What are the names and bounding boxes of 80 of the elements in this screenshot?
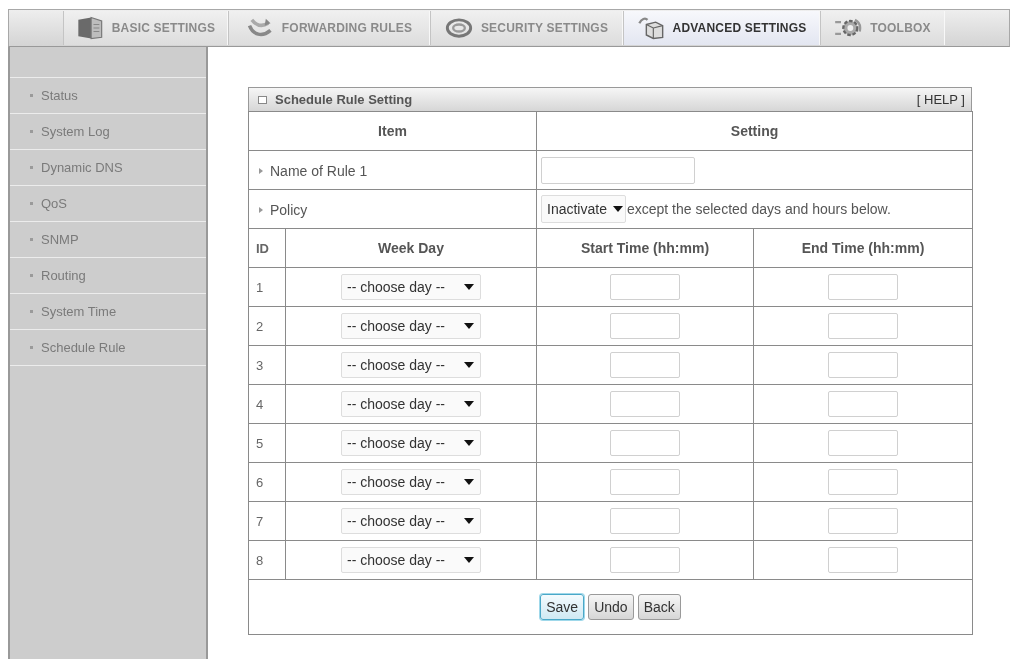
nav-tab[interactable]: ADVANCED SETTINGS [623,11,820,45]
caret-icon [464,557,474,563]
sidebar-item-label: Routing [41,268,86,283]
panel-title: Schedule Rule Setting [275,92,413,107]
triangle-icon [259,168,263,174]
column-header: Start Time (hh:mm) [536,228,754,268]
day-select[interactable]: -- choose day -- [341,547,481,573]
row-id: 3 [248,345,286,385]
caret-icon [464,401,474,407]
form-button[interactable]: Undo [588,594,634,620]
form-button[interactable]: Back [637,594,681,620]
row-id: 4 [248,384,286,424]
sidebar-item-label: Dynamic DNS [41,160,123,175]
bullet-icon [30,130,33,133]
end-time-field[interactable] [828,352,898,378]
field-label: Name of Rule 1 [270,163,368,179]
caret-icon [464,284,474,290]
box-icon [636,16,665,40]
column-header: ID [248,228,286,268]
end-time-field[interactable] [828,391,898,417]
caret-icon [464,518,474,524]
day-select[interactable]: -- choose day -- [341,313,481,339]
day-select[interactable]: -- choose day -- [341,352,481,378]
sidebar-item-label: System Log [41,124,110,139]
caret-icon [612,206,623,212]
bullet-icon [30,346,33,349]
row-id: 1 [248,267,286,307]
start-time-field[interactable] [610,352,680,378]
column-header: Item [248,111,537,151]
bullet-icon [30,202,33,205]
bullet-icon [30,274,33,277]
form-button[interactable]: Save [540,594,585,620]
triangle-icon [259,207,263,213]
row-id: 2 [248,306,286,346]
bullet-icon [30,166,33,169]
row-id: 7 [248,501,286,541]
end-time-field[interactable] [828,508,898,534]
sidebar-item-label: SNMP [41,232,79,247]
caret-icon [464,479,474,485]
rule-name-field[interactable] [541,156,695,184]
start-time-field[interactable] [610,469,680,495]
row-id: 5 [248,423,286,463]
day-select[interactable]: -- choose day -- [341,469,481,495]
row-id: 8 [248,540,286,580]
policy-note: except the selected days and hours below. [626,201,891,217]
sidebar-item-label: QoS [41,196,67,211]
field-label: Policy [270,202,308,218]
start-time-field[interactable] [610,547,680,573]
bullet-icon [30,310,33,313]
end-time-field[interactable] [828,469,898,495]
ring-icon [444,16,473,40]
column-header: Week Day [285,228,537,268]
caret-icon [464,440,474,446]
day-select[interactable]: -- choose day -- [341,430,481,456]
start-time-field[interactable] [610,430,680,456]
help-link[interactable]: [ HELP ] [916,92,965,107]
day-select[interactable]: -- choose day -- [341,508,481,534]
column-header: End Time (hh:mm) [753,228,973,268]
end-time-field[interactable] [828,430,898,456]
policy-select[interactable]: Inactivate [541,195,626,223]
day-select[interactable]: -- choose day -- [341,391,481,417]
end-time-field[interactable] [828,547,898,573]
start-time-field[interactable] [610,508,680,534]
sidebar-item-label: Status [41,88,78,103]
sidebar-item-label: System Time [41,304,117,319]
start-time-field[interactable] [610,274,680,300]
square-icon [258,95,267,104]
row-id: 6 [248,462,286,502]
start-time-field[interactable] [610,313,680,339]
bullet-icon [30,238,33,241]
notebook-icon [75,16,104,40]
start-time-field[interactable] [610,391,680,417]
day-select[interactable]: -- choose day -- [341,274,481,300]
end-time-field[interactable] [828,313,898,339]
end-time-field[interactable] [828,274,898,300]
column-header: Setting [536,111,973,151]
caret-icon [464,362,474,368]
sidebar-item-label: Schedule Rule [41,340,126,355]
caret-icon [464,323,474,329]
bullet-icon [30,94,33,97]
